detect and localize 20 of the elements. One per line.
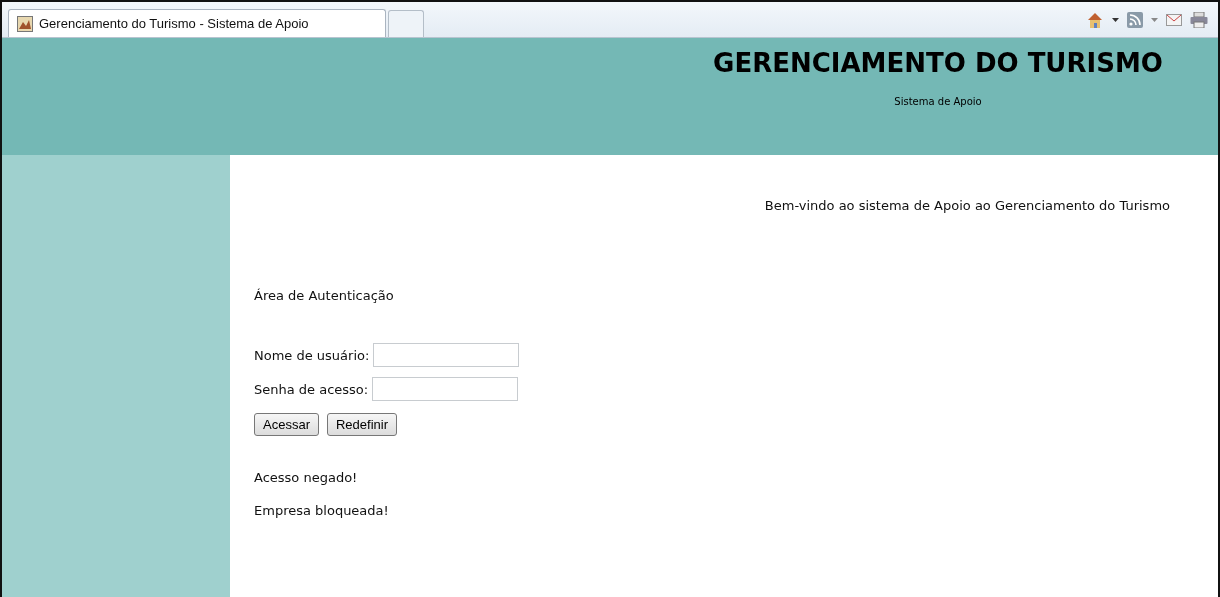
section-heading: Área de Autenticação — [254, 288, 395, 303]
field-label: Senha de acesso: — [254, 381, 369, 397]
input-field[interactable] — [372, 377, 519, 401]
form-button[interactable]: Redefinir — [326, 413, 397, 436]
caret-icon[interactable] — [1112, 17, 1119, 22]
rss-icon[interactable] — [1127, 11, 1143, 28]
home-icon[interactable] — [1086, 10, 1104, 29]
print-icon[interactable] — [1190, 11, 1208, 28]
form-button[interactable]: Acessar — [254, 413, 319, 436]
picture-icon — [17, 15, 33, 32]
status-message: Acesso negado! — [254, 470, 359, 485]
input-field[interactable] — [373, 343, 520, 367]
site-subtitle: Sistema de Apoio — [894, 96, 982, 107]
welcome-message: Bem-vindo ao sistema de Apoio ao Gerenciamento do Turismo — [764, 198, 1170, 213]
site-title: GERENCIAMENTO DO TURISMO — [713, 48, 1163, 78]
browser-tab[interactable]: Gerenciamento do Turismo - Sistema de Apoio — [8, 9, 386, 37]
status-message: Empresa bloqueada! — [254, 503, 390, 518]
new-tab-button[interactable] — [388, 10, 424, 37]
mail-icon[interactable] — [1166, 13, 1182, 26]
field-label: Nome de usuário: — [254, 347, 370, 363]
